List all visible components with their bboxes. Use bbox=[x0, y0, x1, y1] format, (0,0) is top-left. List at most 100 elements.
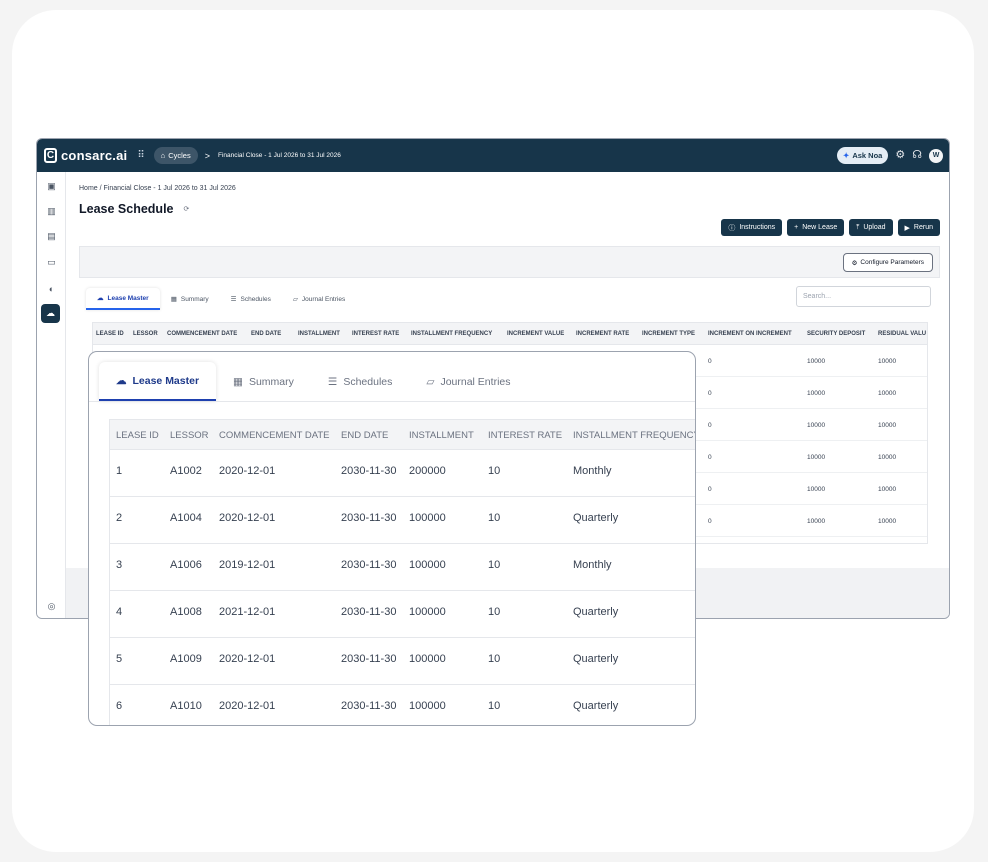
table-cell: 10 bbox=[488, 700, 501, 712]
col-header[interactable]: END DATE bbox=[251, 331, 281, 337]
tab-divider bbox=[89, 401, 695, 402]
col-header-commencement-date[interactable]: COMMENCEMENT DATE bbox=[219, 430, 329, 441]
table-cell: 2030-11-30 bbox=[341, 465, 397, 477]
inbox-icon[interactable]: ▭ bbox=[43, 254, 60, 271]
table-cell: 2020-12-01 bbox=[219, 512, 276, 524]
zoomed-table-panel: ☁ Lease Master ▦ Summary ☰ Schedules ▱ Journ… bbox=[88, 351, 696, 726]
cycles-button[interactable]: ⌂ Cycles bbox=[153, 147, 198, 164]
table-row[interactable]: 1 A1002 2020-12-01 2030-11-30 200000 10 … bbox=[110, 450, 695, 497]
document-icon[interactable]: ▤ bbox=[43, 228, 60, 245]
new-lease-label: New Lease bbox=[802, 224, 838, 231]
logo-text[interactable]: consarc.ai bbox=[61, 148, 127, 163]
gear-icon[interactable]: ⚙ bbox=[895, 150, 905, 161]
table-cell: 0 bbox=[708, 518, 712, 525]
table-row[interactable]: 5 A1009 2020-12-01 2030-11-30 100000 10 … bbox=[110, 638, 695, 685]
col-header[interactable]: LEASE ID bbox=[96, 331, 124, 337]
help-icon[interactable]: ☊ bbox=[912, 150, 922, 161]
table-cell: 10000 bbox=[807, 358, 826, 365]
journal-icon: ▱ bbox=[292, 296, 298, 303]
home-icon: ⌂ bbox=[160, 151, 166, 160]
col-header[interactable]: INCREMENT VALUE bbox=[507, 331, 564, 337]
chart-icon[interactable]: ▥ bbox=[43, 203, 60, 220]
new-lease-button[interactable]: + New Lease bbox=[787, 219, 845, 236]
col-header[interactable]: COMMENCEMENT DATE bbox=[167, 331, 237, 337]
tab-journal-entries[interactable]: ▱ Journal Entries bbox=[409, 362, 527, 401]
tab-journal-entries[interactable]: ▱ Journal Entries bbox=[282, 288, 356, 310]
tab-label: Lease Master bbox=[107, 294, 149, 302]
table-cell: Monthly bbox=[573, 465, 612, 477]
col-header-end-date[interactable]: END DATE bbox=[341, 430, 388, 441]
table-cell: Monthly bbox=[573, 559, 612, 571]
table-cell: 0 bbox=[708, 454, 712, 461]
table-row[interactable]: 4 A1008 2021-12-01 2030-11-30 100000 10 … bbox=[110, 591, 695, 638]
col-header[interactable]: INCREMENT ON INCREMENT bbox=[708, 331, 792, 337]
table-cell: 100000 bbox=[409, 559, 446, 571]
ask-noa-button[interactable]: ✦ Ask Noa bbox=[837, 147, 889, 164]
col-header[interactable]: INSTALLMENT FREQUENCY bbox=[411, 331, 492, 337]
col-header[interactable]: INCREMENT TYPE bbox=[642, 331, 695, 337]
list-icon: ☰ bbox=[327, 375, 338, 388]
table-cell: Quarterly bbox=[573, 606, 619, 618]
instructions-button[interactable]: ⓘ Instructions bbox=[721, 219, 783, 236]
col-header[interactable]: LESSOR bbox=[133, 331, 158, 337]
tab-schedules[interactable]: ☰ Schedules bbox=[220, 288, 282, 310]
col-header-lessor[interactable]: LESSOR bbox=[170, 430, 209, 441]
table-cell: 4 bbox=[116, 606, 123, 618]
table-cell: Quarterly bbox=[573, 700, 619, 712]
tab-label: Lease Master bbox=[132, 374, 200, 387]
table-cell: 10000 bbox=[878, 486, 897, 493]
table-cell: 10000 bbox=[878, 422, 897, 429]
tab-schedules[interactable]: ☰ Schedules bbox=[311, 362, 409, 401]
col-header-installment-frequency[interactable]: INSTALLMENT FREQUENCY bbox=[573, 430, 695, 441]
table-cell: 10000 bbox=[807, 390, 826, 397]
col-header[interactable]: RESIDUAL VALU bbox=[878, 331, 926, 337]
col-header[interactable]: INCREMENT RATE bbox=[576, 331, 629, 337]
tab-summary[interactable]: ▦ Summary bbox=[216, 362, 311, 401]
table-cell: 2030-11-30 bbox=[341, 700, 397, 712]
table-cell: 2020-12-01 bbox=[219, 700, 276, 712]
table-cell: 100000 bbox=[409, 512, 446, 524]
logo-mark[interactable]: C bbox=[44, 148, 57, 163]
top-navbar: C consarc.ai ⠿ ⌂ Cycles > Financial Clos… bbox=[37, 139, 949, 172]
avatar[interactable]: W bbox=[929, 148, 943, 163]
col-header[interactable]: INSTALLMENT bbox=[298, 331, 340, 337]
table-icon: ▦ bbox=[233, 375, 243, 388]
col-header-installment[interactable]: INSTALLMENT bbox=[409, 430, 474, 441]
table-row[interactable]: 2 A1004 2020-12-01 2030-11-30 100000 10 … bbox=[110, 497, 695, 544]
search-input[interactable]: Search... bbox=[796, 286, 931, 307]
table-cell: 10000 bbox=[878, 358, 897, 365]
table-cell: A1010 bbox=[170, 700, 202, 712]
table-cell: 10 bbox=[488, 512, 501, 524]
breadcrumb[interactable]: Home / Financial Close - 1 Jul 2026 to 3… bbox=[79, 185, 236, 192]
table-row[interactable]: 6 A1010 2020-12-01 2030-11-30 100000 10 … bbox=[110, 685, 695, 725]
tab-label: Schedules bbox=[240, 295, 271, 303]
col-header[interactable]: SECURITY DEPOSIT bbox=[807, 331, 865, 337]
table-cell: 6 bbox=[116, 700, 123, 712]
upload-button[interactable]: ⤒ Upload bbox=[849, 219, 893, 236]
settings-circle-icon[interactable]: ◎ bbox=[43, 598, 60, 615]
table-cell: 100000 bbox=[409, 700, 446, 712]
col-header-lease-id[interactable]: LEASE ID bbox=[116, 430, 159, 441]
tab-lease-master[interactable]: ☁ Lease Master bbox=[99, 362, 217, 401]
table-cell: 10000 bbox=[878, 390, 897, 397]
col-header-interest-rate[interactable]: INTEREST RATE bbox=[488, 430, 562, 441]
table-cell: 200000 bbox=[409, 465, 446, 477]
lease-table: LEASE ID LESSOR COMMENCEMENT DATE END DA… bbox=[109, 419, 695, 725]
tab-summary[interactable]: ▦ Summary bbox=[160, 288, 220, 310]
configure-parameters-button[interactable]: ⚙ Configure Parameters bbox=[842, 253, 933, 272]
file-search-icon[interactable]: ◐ bbox=[43, 280, 60, 297]
table-cell: 2020-12-01 bbox=[219, 465, 276, 477]
cycle-breadcrumb[interactable]: Financial Close - 1 Jul 2026 to 31 Jul 2… bbox=[218, 152, 341, 159]
table-cell: 10 bbox=[488, 653, 501, 665]
apps-grid-icon[interactable]: ⠿ bbox=[137, 150, 144, 161]
sparkle-icon: ✦ bbox=[843, 151, 850, 160]
col-header[interactable]: INTEREST RATE bbox=[352, 331, 399, 337]
table-cell: 2030-11-30 bbox=[341, 606, 397, 618]
rerun-button[interactable]: ▶ Rerun bbox=[897, 219, 940, 236]
dashboard-icon[interactable]: ▣ bbox=[43, 178, 60, 195]
table-row[interactable]: 3 A1006 2019-12-01 2030-11-30 100000 10 … bbox=[110, 544, 695, 591]
cloud-upload-icon: ☁ bbox=[116, 374, 127, 387]
cloud-upload-icon[interactable]: ☁ bbox=[41, 304, 60, 323]
tab-lease-master[interactable]: ☁ Lease Master bbox=[86, 288, 160, 310]
refresh-icon[interactable]: ⟳ bbox=[184, 205, 190, 213]
